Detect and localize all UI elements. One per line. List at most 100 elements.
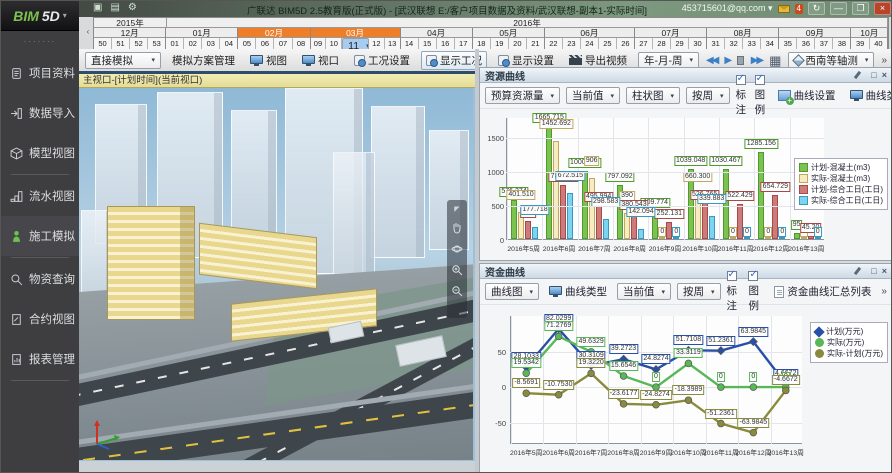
fund-summary-button[interactable]: 资金曲线汇总列表 xyxy=(770,282,875,301)
timeline-week-cell[interactable]: 34 xyxy=(761,38,778,49)
restore-icon[interactable]: □ xyxy=(871,70,876,80)
timeline-week-cell[interactable]: 40 xyxy=(870,38,887,49)
timeline-week-cell[interactable]: 27 xyxy=(635,38,653,49)
refresh-button[interactable]: ↻ xyxy=(808,2,825,15)
stop-button[interactable] xyxy=(737,56,744,65)
period-select[interactable]: 按周 xyxy=(677,283,721,300)
account-email[interactable]: 453715601@qq.com ▾ xyxy=(682,3,773,14)
view-angle-select[interactable]: 西南等轴测 xyxy=(788,52,874,69)
value-mode-select[interactable]: 当前值 xyxy=(566,87,620,104)
gear-icon[interactable]: ⚙ xyxy=(128,2,137,14)
timeline-week-cell[interactable]: 31 xyxy=(707,38,725,49)
zoom-in-icon[interactable] xyxy=(451,264,463,276)
timeline-month-label[interactable]: 08月 xyxy=(707,28,778,38)
curve-type-button[interactable]: 曲线类型 xyxy=(846,86,892,105)
toolbar-overflow-button[interactable]: » xyxy=(881,55,887,66)
play-button[interactable]: ▶ xyxy=(724,55,730,66)
label-checkbox[interactable]: 标注 xyxy=(736,75,749,117)
restore-button[interactable]: ❐ xyxy=(852,2,869,15)
timeline-week-cell[interactable]: 02 xyxy=(184,38,202,49)
legend-checkbox[interactable]: 图例 xyxy=(755,75,768,117)
value-mode-select[interactable]: 当前值 xyxy=(617,283,671,300)
timeline-week-cell[interactable]: 06 xyxy=(256,38,274,49)
legend-checkbox[interactable]: 图例 xyxy=(748,271,764,313)
timeline-week-cell[interactable]: 20 xyxy=(509,38,527,49)
timeline-prev-arrow[interactable]: ‹ xyxy=(84,25,92,39)
timeline-week-cell[interactable]: 04 xyxy=(220,38,237,49)
app-logo[interactable]: BIM 5D ▾ xyxy=(1,1,79,31)
pan-hand-icon[interactable] xyxy=(451,222,463,234)
condition-settings-button[interactable]: 工况设置 xyxy=(350,51,414,70)
timeline-week-cell[interactable]: 16 xyxy=(437,38,455,49)
timeline-week-cell[interactable]: 39 xyxy=(851,38,869,49)
resource-source-select[interactable]: 预算资源量 xyxy=(485,87,560,104)
timeline-week-cell[interactable]: 23 xyxy=(563,38,581,49)
timeline-month-label[interactable]: 03月 xyxy=(311,28,400,38)
mail-icon[interactable] xyxy=(778,5,790,13)
viewport-button[interactable]: 视口 xyxy=(298,51,343,70)
timeline-week-cell[interactable]: 14 xyxy=(401,38,419,49)
timeline-month-label[interactable]: 06月 xyxy=(545,28,634,38)
timeline-week-cell[interactable]: 24 xyxy=(581,38,599,49)
timeline-week-cell[interactable]: 50 xyxy=(94,38,112,49)
timeline-week-cell[interactable]: 53 xyxy=(148,38,165,49)
timeline-week-cell[interactable]: 30 xyxy=(689,38,706,49)
timeline-week-cell[interactable]: 09 xyxy=(311,38,327,49)
timeline-week-cell[interactable]: 07 xyxy=(274,38,292,49)
time-unit-select[interactable]: 年-月-周 xyxy=(638,52,699,69)
timeline-month-label[interactable]: 04月 xyxy=(401,28,472,38)
timeline-week-cell[interactable]: 26 xyxy=(617,38,634,49)
sidebar-item-flow-view[interactable]: 流水视图 xyxy=(1,176,79,216)
timeline-week-cell[interactable]: 17 xyxy=(455,38,472,49)
fund-chart-select[interactable]: 曲线图 xyxy=(485,283,539,300)
curve-settings-button[interactable]: 曲线设置 xyxy=(774,86,840,105)
timeline-week-cell[interactable]: 35 xyxy=(779,38,797,49)
timeline-week-cell[interactable]: 52 xyxy=(130,38,148,49)
timeline-week-cell[interactable]: 38 xyxy=(833,38,850,49)
timeline-week-cell[interactable]: 29 xyxy=(671,38,689,49)
timeline-month-label[interactable]: 12月 xyxy=(94,28,165,38)
timeline-month-label[interactable]: 09月 xyxy=(779,28,850,38)
minimize-button[interactable]: — xyxy=(830,2,847,15)
close-icon[interactable]: × xyxy=(882,266,887,276)
zoom-out-icon[interactable] xyxy=(451,285,463,297)
timeline-week-cell[interactable]: 13 xyxy=(385,38,400,49)
timeline-week-cell[interactable]: 22 xyxy=(545,38,563,49)
timeline-week-cell[interactable]: 36 xyxy=(797,38,815,49)
timeline-week-cell[interactable]: 33 xyxy=(743,38,761,49)
timeline-week-cell[interactable]: 51 xyxy=(112,38,130,49)
restore-icon[interactable]: □ xyxy=(871,266,876,276)
sidebar-item-contract-view[interactable]: 合约视图 xyxy=(1,299,79,339)
timeline-week-cell[interactable]: 01 xyxy=(166,38,184,49)
fast-forward-button[interactable]: ▶▶ xyxy=(751,55,762,66)
monitor-icon[interactable]: ▣ xyxy=(93,2,102,14)
curve-type-button[interactable]: 曲线类型 xyxy=(545,282,611,301)
model-scene[interactable]: ◤ xyxy=(79,88,473,460)
grid-icon[interactable]: ▦ xyxy=(769,54,781,67)
timeline-month-label[interactable]: 01月 xyxy=(166,28,237,38)
close-icon[interactable]: × xyxy=(882,70,887,80)
timeline-week-cell[interactable]: 19 xyxy=(491,38,509,49)
sidebar-item-model-view[interactable]: 模型视图 xyxy=(1,133,79,173)
timeline-week-cell[interactable]: 32 xyxy=(725,38,743,49)
rewind-button[interactable]: ◀◀ xyxy=(706,55,717,66)
panel-overflow-button[interactable]: » xyxy=(881,286,887,297)
simulation-mode-select[interactable]: 直接模拟 xyxy=(85,52,161,69)
sidebar-item-material-query[interactable]: 物资查询 xyxy=(1,259,79,299)
sidebar-item-project-doc[interactable]: 项目资料 xyxy=(1,53,79,93)
timeline-week-cell[interactable]: 03 xyxy=(202,38,220,49)
timeline-week-cell[interactable]: 12 xyxy=(369,38,385,49)
timeline-week-cell[interactable]: 18 xyxy=(473,38,491,49)
timeline-week-cell[interactable]: 21 xyxy=(527,38,544,49)
timeline-month-label[interactable]: 02月 xyxy=(238,28,309,38)
timeline-month-label[interactable]: 07月 xyxy=(635,28,706,38)
pin-icon[interactable] xyxy=(854,71,861,79)
chart-type-select[interactable]: 柱状图 xyxy=(626,87,680,104)
sidebar-item-construction-sim[interactable]: 施工模拟 xyxy=(1,216,79,256)
timeline-week-cell[interactable]: 10 xyxy=(326,38,342,49)
pin-icon[interactable] xyxy=(854,267,861,275)
period-select[interactable]: 按周 xyxy=(686,87,730,104)
timeline-week-cell[interactable]: 15 xyxy=(419,38,437,49)
label-checkbox[interactable]: 标注 xyxy=(727,271,743,313)
close-button[interactable]: × xyxy=(874,2,891,15)
